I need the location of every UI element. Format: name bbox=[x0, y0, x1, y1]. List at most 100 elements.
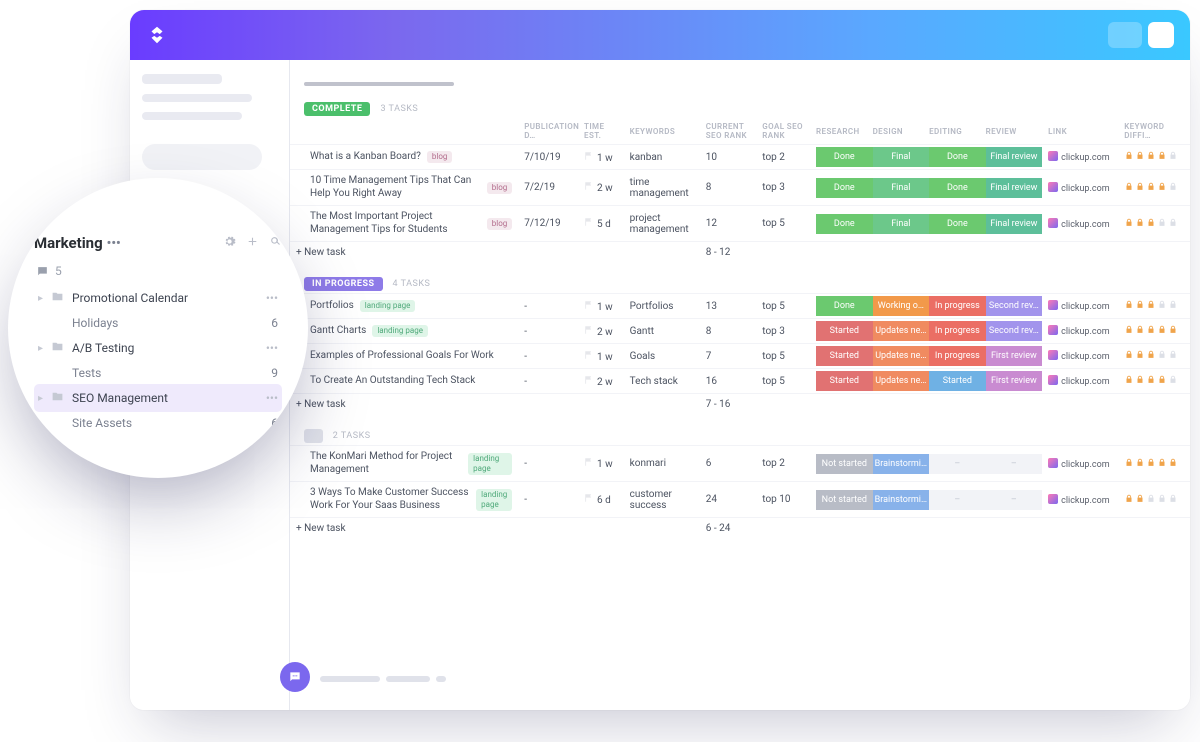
table-row[interactable]: 3 Ways To Make Customer Success Work For… bbox=[290, 482, 1190, 518]
status-cell[interactable]: Final review bbox=[986, 214, 1043, 234]
cell-time-est[interactable]: 1 w bbox=[578, 446, 624, 482]
table-row[interactable]: To Create An Outstanding Tech Stack-2 wT… bbox=[290, 369, 1190, 394]
status-cell[interactable]: – bbox=[929, 490, 986, 510]
task-name[interactable]: To Create An Outstanding Tech Stack bbox=[296, 375, 512, 388]
cell-date[interactable]: 7/12/19 bbox=[518, 206, 578, 242]
status-cell[interactable]: Second rev… bbox=[986, 321, 1043, 341]
cell-keywords[interactable]: konmari bbox=[624, 446, 700, 482]
new-task-button[interactable]: + New task bbox=[290, 518, 518, 540]
cell-current-rank[interactable]: 8 bbox=[700, 170, 757, 206]
cell-goal-rank[interactable]: top 3 bbox=[756, 170, 816, 206]
status-cell[interactable]: Updates ne… bbox=[873, 321, 930, 341]
status-cell[interactable]: Working o… bbox=[873, 296, 930, 316]
cell-current-rank[interactable]: 16 bbox=[700, 369, 757, 394]
sidebar-search[interactable] bbox=[142, 144, 262, 170]
new-task-button[interactable]: + New task bbox=[290, 394, 518, 416]
status-cell[interactable]: – bbox=[929, 454, 986, 474]
more-icon[interactable]: ••• bbox=[107, 236, 121, 251]
table-row[interactable]: Portfolios landing page-1 wPortfolios13t… bbox=[290, 294, 1190, 319]
status-cell[interactable]: In progress bbox=[929, 321, 986, 341]
cell-date[interactable]: - bbox=[518, 294, 578, 319]
table-row[interactable]: The KonMari Method for Project Managemen… bbox=[290, 446, 1190, 482]
status-cell[interactable]: In progress bbox=[929, 346, 986, 366]
status-cell[interactable]: Started bbox=[816, 371, 873, 391]
cell-keywords[interactable]: project management bbox=[624, 206, 700, 242]
cell-difficulty[interactable] bbox=[1118, 294, 1190, 319]
status-cell[interactable]: Done bbox=[929, 214, 986, 234]
status-cell[interactable]: Final bbox=[873, 178, 930, 198]
cell-current-rank[interactable]: 13 bbox=[700, 294, 757, 319]
cell-date[interactable]: 7/10/19 bbox=[518, 145, 578, 170]
cell-keywords[interactable]: Goals bbox=[624, 344, 700, 369]
cell-link[interactable]: clickup.com bbox=[1048, 496, 1110, 506]
status-cell[interactable]: Done bbox=[816, 296, 873, 316]
task-name[interactable]: Gantt Charts landing page bbox=[296, 325, 512, 338]
status-pill[interactable]: IN PROGRESS bbox=[304, 277, 383, 291]
cell-keywords[interactable]: time management bbox=[624, 170, 700, 206]
cell-date[interactable]: - bbox=[518, 482, 578, 518]
cell-goal-rank[interactable]: top 2 bbox=[756, 446, 816, 482]
cell-difficulty[interactable] bbox=[1118, 145, 1190, 170]
cell-current-rank[interactable]: 12 bbox=[700, 206, 757, 242]
search-icon[interactable] bbox=[269, 235, 282, 251]
task-name[interactable]: What is a Kanban Board? blog bbox=[296, 151, 512, 164]
plus-icon[interactable] bbox=[246, 235, 259, 251]
cell-time-est[interactable]: 6 d bbox=[578, 482, 624, 518]
status-cell[interactable]: Done bbox=[816, 214, 873, 234]
status-cell[interactable]: Brainstormi… bbox=[873, 490, 930, 510]
table-row[interactable]: Gantt Charts landing page-2 wGantt8top 3… bbox=[290, 319, 1190, 344]
status-cell[interactable]: Final review bbox=[986, 147, 1043, 167]
cell-goal-rank[interactable]: top 5 bbox=[756, 206, 816, 242]
table-row[interactable]: 10 Time Management Tips That Can Help Yo… bbox=[290, 170, 1190, 206]
table-row[interactable]: The Most Important Project Management Ti… bbox=[290, 206, 1190, 242]
cell-current-rank[interactable]: 8 bbox=[700, 319, 757, 344]
cell-keywords[interactable]: Portfolios bbox=[624, 294, 700, 319]
status-cell[interactable]: Done bbox=[929, 147, 986, 167]
cell-time-est[interactable]: 2 w bbox=[578, 369, 624, 394]
space-title[interactable]: Marketing ••• bbox=[34, 234, 121, 252]
more-icon[interactable]: ••• bbox=[266, 291, 278, 305]
cell-goal-rank[interactable]: top 5 bbox=[756, 369, 816, 394]
cell-current-rank[interactable]: 24 bbox=[700, 482, 757, 518]
cell-difficulty[interactable] bbox=[1118, 170, 1190, 206]
cell-goal-rank[interactable]: top 5 bbox=[756, 344, 816, 369]
status-cell[interactable]: Done bbox=[816, 147, 873, 167]
cell-goal-rank[interactable]: top 2 bbox=[756, 145, 816, 170]
horizontal-scrollbar[interactable] bbox=[304, 82, 454, 86]
sidebar-item[interactable]: Site Assets6 bbox=[34, 412, 282, 434]
gear-icon[interactable] bbox=[223, 235, 236, 251]
cell-difficulty[interactable] bbox=[1118, 344, 1190, 369]
cell-date[interactable]: - bbox=[518, 344, 578, 369]
cell-difficulty[interactable] bbox=[1118, 446, 1190, 482]
status-cell[interactable]: Second rev… bbox=[986, 296, 1043, 316]
cell-link[interactable]: clickup.com bbox=[1048, 302, 1110, 312]
cell-time-est[interactable]: 1 w bbox=[578, 145, 624, 170]
new-task-button[interactable]: + New task bbox=[290, 242, 518, 264]
status-cell[interactable]: First review bbox=[986, 346, 1043, 366]
cell-date[interactable]: - bbox=[518, 319, 578, 344]
more-icon[interactable]: ••• bbox=[266, 341, 278, 355]
cell-link[interactable]: clickup.com bbox=[1048, 184, 1110, 194]
status-cell[interactable]: Done bbox=[929, 178, 986, 198]
cell-date[interactable]: 7/2/19 bbox=[518, 170, 578, 206]
more-icon[interactable]: ••• bbox=[266, 391, 278, 405]
cell-difficulty[interactable] bbox=[1118, 206, 1190, 242]
status-cell[interactable]: First review bbox=[986, 371, 1043, 391]
cell-difficulty[interactable] bbox=[1118, 482, 1190, 518]
topbar-pill[interactable] bbox=[1108, 22, 1142, 48]
status-cell[interactable]: Started bbox=[816, 346, 873, 366]
cell-difficulty[interactable] bbox=[1118, 369, 1190, 394]
cell-keywords[interactable]: Gantt bbox=[624, 319, 700, 344]
cell-goal-rank[interactable]: top 10 bbox=[756, 482, 816, 518]
table-row[interactable]: What is a Kanban Board? blog 7/10/191 wka… bbox=[290, 145, 1190, 170]
task-name[interactable]: The KonMari Method for Project Managemen… bbox=[296, 451, 512, 476]
task-name[interactable]: 10 Time Management Tips That Can Help Yo… bbox=[296, 175, 512, 200]
cell-date[interactable]: - bbox=[518, 369, 578, 394]
sidebar-folder[interactable]: ▸A/B Testing••• bbox=[34, 334, 282, 362]
cell-link[interactable]: clickup.com bbox=[1048, 460, 1110, 470]
cell-time-est[interactable]: 1 w bbox=[578, 344, 624, 369]
cell-date[interactable]: - bbox=[518, 446, 578, 482]
task-name[interactable]: Portfolios landing page bbox=[296, 300, 512, 313]
cell-time-est[interactable]: 5 d bbox=[578, 206, 624, 242]
cell-keywords[interactable]: kanban bbox=[624, 145, 700, 170]
